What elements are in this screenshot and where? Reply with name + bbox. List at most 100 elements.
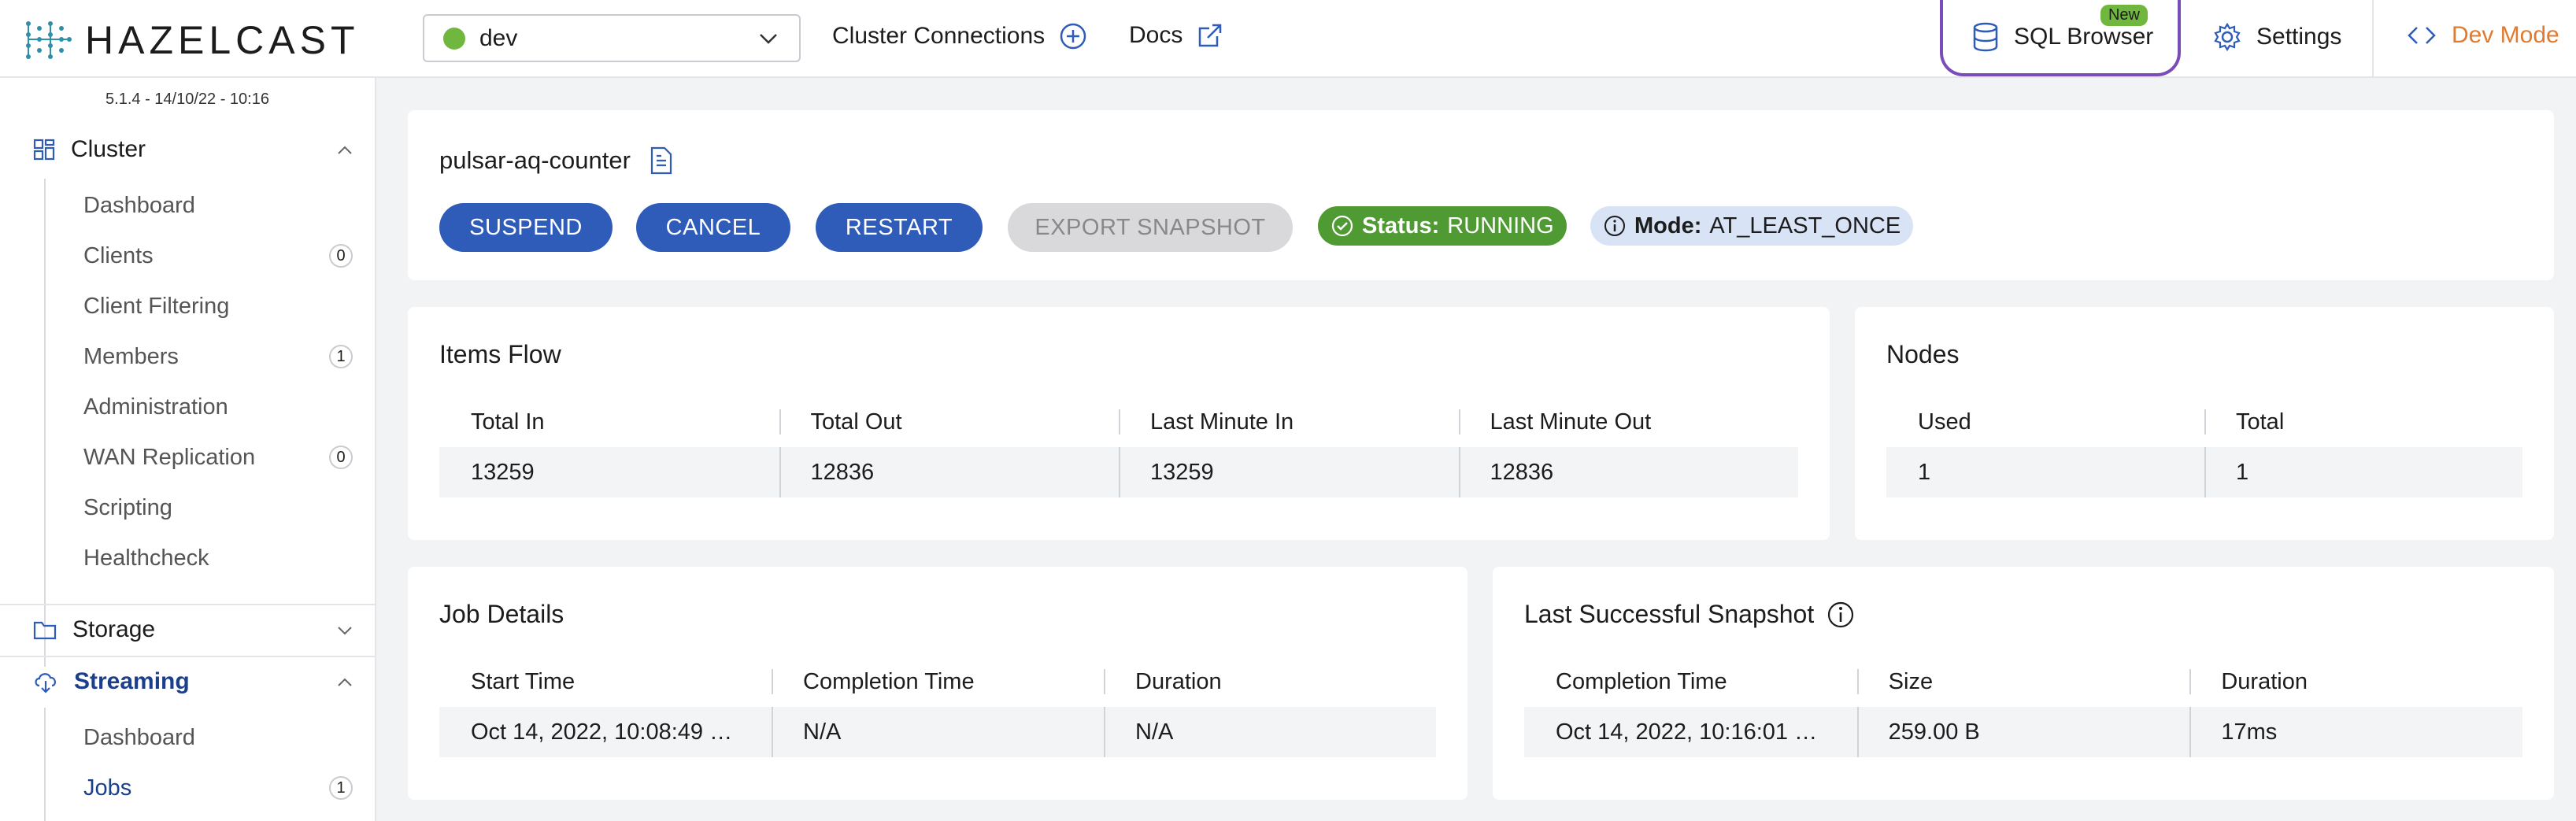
jobs-count-badge: 1 xyxy=(329,776,353,800)
table-header: Total In Total Out Last Minute In Last M… xyxy=(439,397,1798,447)
last-snapshot-table: Completion Time Size Duration Oct 14, 20… xyxy=(1524,656,2522,757)
database-icon xyxy=(1973,22,1998,51)
sidebar-section-cluster[interactable]: Cluster xyxy=(0,125,375,174)
status-label: Status: xyxy=(1362,213,1440,239)
sidebar-section-label: Streaming xyxy=(74,668,190,694)
status-badge: Status: RUNNING xyxy=(1318,206,1567,246)
sql-browser-label: SQL Browser xyxy=(2014,23,2154,50)
settings-link[interactable]: Settings xyxy=(2212,22,2341,52)
mode-label: Mode: xyxy=(1634,213,1702,239)
snapshot-completion-time-value: Oct 14, 2022, 10:16:01 … xyxy=(1556,719,1818,745)
table-header: Completion Time Size Duration xyxy=(1524,656,2522,707)
sidebar-item-streaming-dashboard[interactable]: Dashboard xyxy=(83,725,195,751)
restart-button[interactable]: RESTART xyxy=(816,203,983,252)
sidebar-item-client-filtering[interactable]: Client Filtering xyxy=(83,294,229,320)
sidebar-item-dashboard[interactable]: Dashboard xyxy=(83,193,195,219)
gear-icon xyxy=(2214,22,2241,52)
column-header: Start Time xyxy=(471,668,576,694)
code-icon xyxy=(2408,27,2436,44)
cluster-connections-label: Cluster Connections xyxy=(832,23,1046,49)
cloud-stream-icon xyxy=(35,673,56,693)
sidebar-section-label: Cluster xyxy=(71,136,146,162)
job-name: pulsar-aq-counter xyxy=(439,146,631,174)
column-header: Size xyxy=(1856,656,2190,707)
hazelcast-logo-mark-icon xyxy=(26,21,72,59)
column-header: Duration xyxy=(2189,656,2522,707)
status-value: RUNNING xyxy=(1447,213,1554,239)
job-title: pulsar-aq-counter xyxy=(439,146,673,175)
table-header: Start Time Completion Time Duration xyxy=(439,656,1436,707)
job-header-panel: pulsar-aq-counter SUSPEND CANCEL RESTART… xyxy=(408,110,2554,280)
export-snapshot-button[interactable]: EXPORT SNAPSHOT xyxy=(1008,203,1293,252)
column-header: Total xyxy=(2204,397,2522,447)
docs-link[interactable]: Docs xyxy=(1129,22,1223,49)
job-details-panel: Job Details Start Time Completion Time D… xyxy=(408,567,1468,800)
duration-value: N/A xyxy=(1104,707,1436,757)
cluster-connections-link[interactable]: Cluster Connections xyxy=(832,22,1087,50)
info-icon xyxy=(1604,216,1625,236)
job-details-table: Start Time Completion Time Duration Oct … xyxy=(439,656,1436,757)
completion-time-value: N/A xyxy=(772,707,1104,757)
snapshot-size-value: 259.00 B xyxy=(1856,707,2190,757)
sidebar: 5.1.4 - 14/10/22 - 10:16 Cluster Dashboa… xyxy=(0,78,376,821)
column-header: Total Out xyxy=(779,397,1120,447)
chevron-down-icon xyxy=(338,627,352,635)
snapshot-duration-value: 17ms xyxy=(2189,707,2522,757)
sidebar-item-healthcheck[interactable]: Healthcheck xyxy=(83,545,209,571)
nodes-panel: Nodes Used Total 1 1 xyxy=(1855,307,2554,540)
add-circle-icon xyxy=(1060,23,1086,50)
check-circle-icon xyxy=(1331,215,1353,237)
last-snapshot-title: Last Successful Snapshot xyxy=(1524,600,1855,629)
nodes-table: Used Total 1 1 xyxy=(1886,397,2522,497)
version-info: 5.1.4 - 14/10/22 - 10:16 xyxy=(105,91,269,108)
dev-mode-link[interactable]: Dev Mode xyxy=(2406,22,2559,49)
total-in-value: 13259 xyxy=(471,459,535,485)
chevron-up-icon xyxy=(338,678,352,686)
suspend-button[interactable]: SUSPEND xyxy=(439,203,613,252)
column-header: Completion Time xyxy=(772,656,1104,707)
sidebar-item-members[interactable]: Members xyxy=(83,344,179,370)
external-link-icon xyxy=(1199,24,1222,47)
mode-value: AT_LEAST_ONCE xyxy=(1709,213,1901,239)
table-row: Oct 14, 2022, 10:08:49 … N/A N/A xyxy=(439,707,1436,757)
column-header: Duration xyxy=(1104,656,1436,707)
sidebar-item-scripting[interactable]: Scripting xyxy=(83,495,172,521)
items-flow-panel: Items Flow Total In Total Out Last Minut… xyxy=(408,307,1830,540)
sidebar-item-wan-replication[interactable]: WAN Replication xyxy=(83,445,255,471)
settings-label: Settings xyxy=(2256,24,2342,50)
clients-count-badge: 0 xyxy=(329,244,353,268)
members-count-badge: 1 xyxy=(329,345,353,368)
column-header: Total In xyxy=(471,409,545,435)
sidebar-item-jobs[interactable]: Jobs xyxy=(83,775,131,801)
column-header: Completion Time xyxy=(1556,668,1727,694)
cancel-button[interactable]: CANCEL xyxy=(636,203,790,252)
cluster-select[interactable]: dev xyxy=(423,14,801,62)
hazelcast-logo[interactable]: HAZELCAST xyxy=(24,17,360,63)
document-icon[interactable] xyxy=(650,146,673,175)
last-minute-in-value: 13259 xyxy=(1119,447,1459,497)
chevron-up-icon xyxy=(338,146,352,154)
column-header: Last Minute Out xyxy=(1458,397,1799,447)
sidebar-section-storage[interactable]: Storage xyxy=(0,605,375,654)
sql-browser-button[interactable]: SQL Browser New xyxy=(1940,0,2181,76)
nodes-title: Nodes xyxy=(1886,340,1960,368)
dev-mode-label: Dev Mode xyxy=(2452,22,2559,48)
column-header: Used xyxy=(1918,409,1971,435)
last-minute-out-value: 12836 xyxy=(1458,447,1799,497)
table-row: 1 1 xyxy=(1886,447,2522,497)
new-badge: New xyxy=(2100,5,2148,26)
items-flow-title: Items Flow xyxy=(439,340,561,368)
job-details-title: Job Details xyxy=(439,600,564,628)
nodes-used-value: 1 xyxy=(1918,459,1931,485)
sidebar-section-streaming[interactable]: Streaming xyxy=(0,657,375,706)
sidebar-item-clients[interactable]: Clients xyxy=(83,243,154,269)
sidebar-item-administration[interactable]: Administration xyxy=(83,394,228,420)
table-row: Oct 14, 2022, 10:16:01 … 259.00 B 17ms xyxy=(1524,707,2522,757)
start-time-value: Oct 14, 2022, 10:08:49 … xyxy=(471,719,733,745)
wan-replication-count-badge: 0 xyxy=(329,446,353,469)
dashboard-grid-icon xyxy=(33,139,55,161)
info-icon[interactable] xyxy=(1827,601,1855,629)
mode-badge: Mode: AT_LEAST_ONCE xyxy=(1590,206,1914,246)
docs-label: Docs xyxy=(1129,22,1183,48)
total-out-value: 12836 xyxy=(779,447,1120,497)
